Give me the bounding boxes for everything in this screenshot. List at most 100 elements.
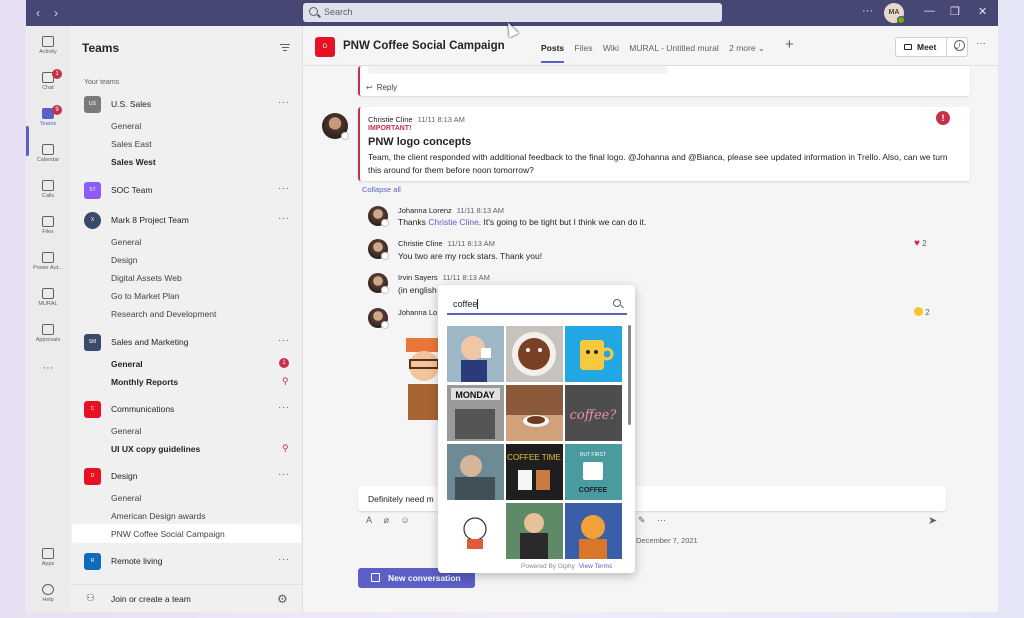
attach-icon[interactable]: ⌀: [384, 515, 389, 525]
teams-panel: Teams Your teams US U.S. Sales ··· Gener…: [70, 26, 303, 612]
channel-item[interactable]: UI UX copy guidelines: [111, 444, 200, 454]
rail-power-automate[interactable]: Power Aut...: [26, 252, 70, 271]
channel-item[interactable]: Go to Market Plan: [111, 291, 180, 301]
filter-icon[interactable]: [280, 44, 290, 53]
minimize-button[interactable]: —: [924, 5, 935, 17]
gif-coffee-time[interactable]: COFFEE TIME: [506, 444, 563, 500]
channel-item[interactable]: Sales West: [111, 157, 156, 167]
channel-item[interactable]: General: [111, 493, 141, 503]
rail-calendar[interactable]: Calendar: [26, 144, 70, 163]
team-more-icon[interactable]: ···: [278, 183, 290, 194]
gif-coffee-question[interactable]: coffee?: [565, 385, 622, 441]
heart-reaction[interactable]: ♥ 2: [914, 238, 927, 249]
compose-toolbar-right: ✎ ···: [638, 515, 675, 526]
team-more-icon[interactable]: ···: [278, 402, 290, 413]
rail-files[interactable]: Files: [26, 216, 70, 235]
close-button[interactable]: ✕: [978, 5, 987, 18]
tab-more[interactable]: 2 more ⌄: [729, 43, 765, 53]
team-more-icon[interactable]: ···: [278, 554, 290, 565]
join-create-team[interactable]: ⚇ Join or create a team ⚙: [70, 584, 303, 612]
gear-icon[interactable]: ⚙: [277, 592, 288, 606]
sticker-icon[interactable]: ✎: [638, 515, 646, 525]
gif-mug-face[interactable]: [565, 326, 622, 382]
more-icon[interactable]: ···: [657, 515, 666, 525]
join-label: Join or create a team: [111, 594, 191, 604]
team-name: Sales and Marketing: [111, 337, 189, 347]
rail-chat[interactable]: 1 Chat: [26, 69, 70, 91]
restore-button[interactable]: ❐: [950, 5, 960, 18]
tab-mural[interactable]: MURAL - Untitled mural: [629, 43, 718, 53]
emoji-reaction[interactable]: 2: [914, 307, 930, 317]
channel-item[interactable]: Research and Development: [111, 309, 216, 319]
reply-link[interactable]: ↩ Reply: [366, 83, 397, 92]
info-icon[interactable]: i: [954, 40, 965, 51]
search-input[interactable]: Search: [303, 3, 722, 22]
meet-button[interactable]: Meet: [895, 37, 947, 57]
tab-files[interactable]: Files: [575, 43, 593, 53]
channel-item[interactable]: General: [111, 426, 141, 436]
giphy-search-input[interactable]: coffee: [447, 295, 627, 315]
rail-more-icon[interactable]: ···: [26, 362, 70, 374]
gif-monday[interactable]: MONDAY: [447, 385, 504, 441]
tab-posts[interactable]: Posts: [541, 43, 565, 63]
team-remote-living[interactable]: R Remote living ···: [70, 551, 303, 571]
add-tab-icon[interactable]: +: [785, 36, 794, 53]
gif-man-drinking[interactable]: [506, 503, 563, 559]
channel-item[interactable]: Sales East: [111, 139, 152, 149]
teams-window: ‹ › Search ··· MA — ❐ ✕ Activity 1 Chat 9…: [26, 0, 998, 612]
gif-coffee-table[interactable]: [506, 385, 563, 441]
channel-item[interactable]: Monthly Reports: [111, 377, 178, 387]
channel-item-selected[interactable]: PNW Coffee Social Campaign: [111, 529, 225, 539]
channel-header: D PNW Coffee Social Campaign Posts Files…: [303, 26, 998, 66]
gif-old-movie[interactable]: [447, 444, 504, 500]
channel-item[interactable]: Digital Assets Web: [111, 273, 182, 283]
gif-spilled-coffee[interactable]: [447, 326, 504, 382]
team-soc[interactable]: ST SOC Team ···: [70, 180, 303, 200]
mention-link[interactable]: Christie Cline: [428, 217, 479, 227]
team-more-icon[interactable]: ···: [278, 469, 290, 480]
profile-avatar[interactable]: MA: [884, 3, 905, 24]
scrollbar[interactable]: [628, 325, 631, 425]
collapse-all-link[interactable]: Collapse all: [362, 185, 401, 194]
channel-item[interactable]: General: [111, 237, 141, 247]
forward-icon[interactable]: ›: [54, 6, 58, 20]
team-more-icon[interactable]: ···: [278, 97, 290, 108]
rail-activity[interactable]: Activity: [26, 36, 70, 55]
reply-avatar: [368, 308, 389, 329]
view-terms-link[interactable]: View Terms: [579, 563, 612, 570]
channel-item[interactable]: General: [111, 121, 141, 131]
gif-cat-sketch[interactable]: [447, 503, 504, 559]
rail-mural[interactable]: MURAL: [26, 288, 70, 307]
chat-badge: 1: [52, 69, 62, 79]
send-icon[interactable]: ➤: [928, 514, 937, 527]
compose-icon: [371, 573, 380, 582]
channel-item[interactable]: Design: [111, 255, 137, 265]
team-more-icon[interactable]: ···: [278, 335, 290, 346]
team-communications[interactable]: C Communications ···: [70, 399, 303, 419]
tab-wiki[interactable]: Wiki: [603, 43, 619, 53]
channel-item[interactable]: American Design awards: [111, 511, 205, 521]
gif-but-first-coffee[interactable]: BUT FIRST COFFEE: [565, 444, 622, 500]
rail-approvals[interactable]: Approvals: [26, 324, 70, 343]
emoji-icon[interactable]: ☺: [400, 515, 409, 525]
channel-badge: 1: [279, 358, 289, 368]
rail-apps[interactable]: Apps: [26, 548, 70, 567]
rail-teams[interactable]: 9 Teams: [26, 105, 70, 127]
team-mark8[interactable]: X Mark 8 Project Team ···: [70, 210, 303, 230]
gif-coffee-cup[interactable]: [506, 326, 563, 382]
team-sales-marketing[interactable]: SM Sales and Marketing ···: [70, 332, 303, 352]
back-icon[interactable]: ‹: [36, 6, 40, 20]
more-options-icon[interactable]: ···: [862, 5, 873, 17]
channel-more-icon[interactable]: ···: [976, 38, 986, 49]
svg-text:coffee?: coffee?: [570, 408, 618, 423]
team-design[interactable]: D Design ···: [70, 466, 303, 486]
team-more-icon[interactable]: ···: [278, 213, 290, 224]
team-us-sales[interactable]: US U.S. Sales ···: [70, 94, 303, 114]
format-icon[interactable]: A: [366, 515, 372, 525]
rail-help[interactable]: Help: [26, 584, 70, 603]
gif-cartoon[interactable]: [565, 503, 622, 559]
reply-author: Christie Cline 11/11 8:13 AM: [398, 239, 495, 248]
channel-item[interactable]: General: [111, 359, 143, 369]
team-avatar: SM: [84, 334, 101, 351]
rail-calls[interactable]: Calls: [26, 180, 70, 199]
